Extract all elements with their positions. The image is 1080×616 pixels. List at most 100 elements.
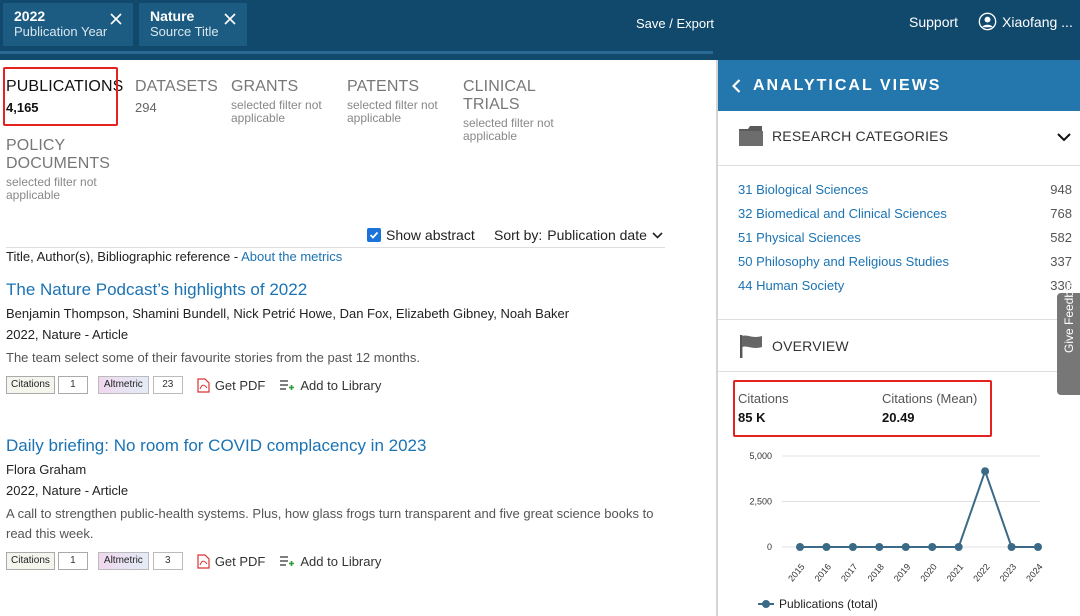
- top-bar: 2022 Publication Year Nature Source Titl…: [0, 0, 1080, 60]
- result-meta: 2022, Nature - Article: [6, 483, 129, 498]
- citations-badge[interactable]: Citations 1: [6, 375, 88, 395]
- user-menu[interactable]: Xiaofang ...: [978, 12, 1073, 31]
- add-to-library-button[interactable]: Add to Library: [279, 378, 381, 393]
- altmetric-score: 23: [152, 376, 183, 394]
- x-tick-label: 2021: [945, 562, 966, 584]
- result-actions: Citations 1 Altmetric 3 Get PDF Add to L…: [6, 551, 656, 571]
- tab-patents[interactable]: PATENTS selected filter not applicable: [347, 78, 447, 125]
- data-point: [796, 543, 804, 551]
- result-title[interactable]: The Nature Podcast’s highlights of 2022: [6, 280, 656, 300]
- category-item[interactable]: 44 Human Society 330: [738, 278, 1072, 293]
- close-icon[interactable]: [223, 12, 237, 26]
- add-to-list-icon: [280, 556, 295, 566]
- analytical-views-header[interactable]: ANALYTICAL VIEWS: [718, 60, 1080, 111]
- tab-note: selected filter not applicable: [231, 98, 322, 125]
- add-to-list-icon: [280, 380, 295, 390]
- sort-value: Publication date: [547, 227, 647, 243]
- support-link[interactable]: Support: [909, 14, 958, 30]
- overview-header[interactable]: OVERVIEW: [738, 333, 849, 359]
- tab-clinical-trials[interactable]: CLINICAL TRIALS selected filter not appl…: [463, 78, 588, 143]
- panel-divider: [716, 60, 718, 616]
- x-tick-label: 2022: [971, 562, 992, 584]
- citations-badge-label: Citations: [6, 376, 55, 394]
- research-categories-header[interactable]: RESEARCH CATEGORIES: [738, 125, 948, 147]
- overview-title: OVERVIEW: [772, 338, 849, 354]
- category-item[interactable]: 50 Philosophy and Religious Studies 337: [738, 254, 1072, 269]
- give-feedback-label: Give Feedback: [1062, 272, 1076, 353]
- result-title[interactable]: Daily briefing: No room for COVID compla…: [6, 436, 656, 456]
- close-icon[interactable]: [109, 12, 123, 26]
- show-abstract-toggle[interactable]: Show abstract: [367, 227, 475, 243]
- tab-datasets[interactable]: DATASETS 294: [135, 78, 218, 115]
- get-pdf-button[interactable]: Get PDF: [197, 553, 266, 569]
- data-point: [848, 543, 857, 551]
- legend-marker: [762, 600, 770, 608]
- legend-label: Publications (total): [779, 597, 878, 611]
- category-item[interactable]: 31 Biological Sciences 948: [738, 182, 1072, 197]
- add-to-library-label: Add to Library: [300, 377, 382, 393]
- show-abstract-label: Show abstract: [386, 227, 475, 243]
- chevron-left-icon[interactable]: [732, 78, 741, 93]
- divider: [6, 247, 665, 248]
- category-name[interactable]: 50 Philosophy and Religious Studies: [738, 254, 949, 269]
- category-count: 582: [1050, 230, 1072, 245]
- altmetric-badge-label: Altmetric: [97, 552, 149, 570]
- altmetric-badge-label: Altmetric: [97, 376, 149, 394]
- citations-badge-label: Citations: [6, 552, 55, 570]
- x-tick-label: 2019: [892, 562, 913, 584]
- data-point: [928, 543, 937, 551]
- category-item[interactable]: 51 Physical Sciences 582: [738, 230, 1072, 245]
- get-pdf-button[interactable]: Get PDF: [197, 378, 265, 393]
- tab-count: 294: [135, 100, 157, 115]
- filter-bar-underline: [0, 51, 713, 54]
- result-abstract: The team select some of their favourite …: [6, 350, 421, 365]
- result-item: Daily briefing: No room for COVID compla…: [6, 436, 656, 571]
- category-name[interactable]: 44 Human Society: [738, 278, 844, 293]
- result-meta: 2022, Nature - Article: [6, 327, 129, 342]
- filter-chip-year[interactable]: 2022 Publication Year: [3, 3, 133, 46]
- x-tick-label: 2016: [813, 562, 834, 584]
- y-tick-label: 0: [767, 542, 772, 552]
- tab-note: selected filter not applicable: [463, 116, 554, 143]
- altmetric-badge[interactable]: Altmetric 3: [97, 552, 183, 570]
- filter-chip-value: 2022: [14, 8, 46, 24]
- tab-title: CLINICAL TRIALS: [463, 78, 536, 113]
- x-tick-label: 2015: [786, 562, 807, 584]
- x-tick-label: 2017: [839, 562, 860, 584]
- give-feedback-tab[interactable]: Give Feedback: [1057, 272, 1080, 395]
- y-tick-label: 2,500: [749, 497, 772, 507]
- altmetric-score: 3: [152, 552, 183, 570]
- data-point: [981, 467, 990, 476]
- filter-chip-source[interactable]: Nature Source Title: [139, 3, 247, 46]
- chevron-down-icon[interactable]: [1057, 133, 1071, 142]
- tab-title: PATENTS: [347, 78, 420, 95]
- sort-by-dropdown[interactable]: Sort by: Publication date: [494, 227, 663, 243]
- tab-note: selected filter not applicable: [6, 175, 97, 202]
- x-tick-label: 2018: [865, 562, 886, 584]
- pdf-icon: [197, 553, 210, 569]
- checkbox-icon[interactable]: [367, 228, 381, 242]
- tab-grants[interactable]: GRANTS selected filter not applicable: [231, 78, 331, 125]
- user-icon: [978, 12, 997, 31]
- add-to-library-button[interactable]: Add to Library: [279, 554, 381, 569]
- data-point: [1007, 543, 1016, 551]
- tab-policy-documents[interactable]: POLICY DOCUMENTS selected filter not app…: [6, 137, 166, 202]
- save-export-button[interactable]: Save / Export: [636, 16, 714, 31]
- category-name[interactable]: 32 Biomedical and Clinical Sciences: [738, 206, 947, 221]
- about-metrics-link[interactable]: About the metrics: [241, 249, 342, 264]
- bibliographic-text: Title, Author(s), Bibliographic referenc…: [6, 249, 242, 264]
- data-point: [954, 543, 963, 551]
- citations-badge[interactable]: Citations 1: [6, 551, 88, 571]
- highlight-box: [3, 67, 118, 126]
- category-name[interactable]: 31 Biological Sciences: [738, 182, 868, 197]
- category-item[interactable]: 32 Biomedical and Clinical Sciences 768: [738, 206, 1072, 221]
- divider: [718, 371, 1080, 372]
- bibliographic-line: Title, Author(s), Bibliographic referenc…: [6, 249, 342, 264]
- panel-title: ANALYTICAL VIEWS: [753, 76, 942, 94]
- altmetric-badge[interactable]: Altmetric 23: [97, 376, 183, 394]
- category-name[interactable]: 51 Physical Sciences: [738, 230, 861, 245]
- filter-chip-label: Source Title: [150, 24, 219, 39]
- get-pdf-label: Get PDF: [214, 553, 266, 569]
- series-line: [800, 468, 1038, 548]
- flag-icon: [740, 335, 762, 358]
